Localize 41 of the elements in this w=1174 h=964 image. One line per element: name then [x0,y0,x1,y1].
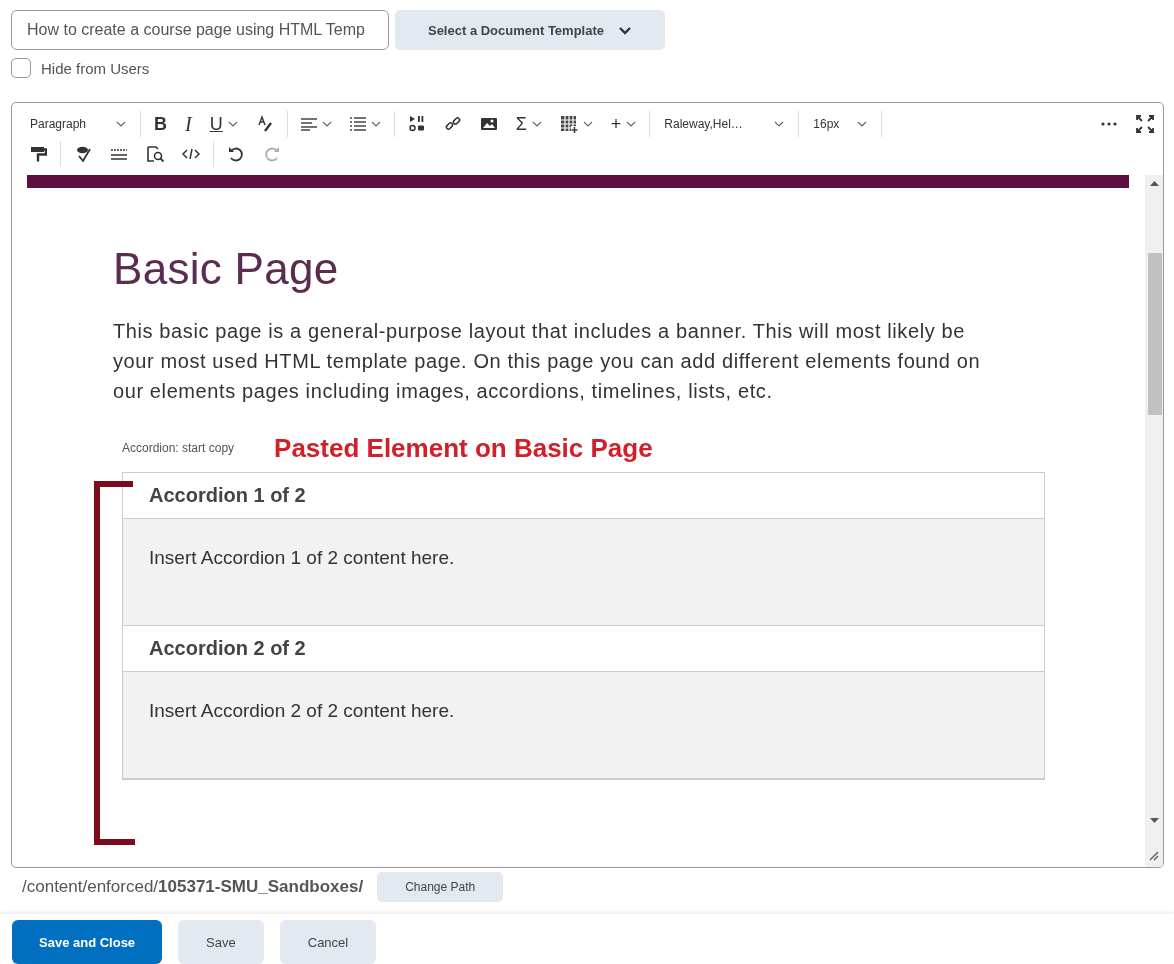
intro-paragraph: This basic page is a general-purpose layout that includes a banner. This will most likely be your most used HTML template page. On this page you can add different elements found on our elements pages including images, accordions, timelines, lists, etc. [113,319,982,404]
path-text: /content/enforced/105371-SMU_Sandboxes/ [22,877,364,897]
size-dropdown[interactable]: 16px [803,109,878,139]
bold-button[interactable]: B [145,109,176,139]
checkbox-label: Hide from Users [41,59,150,77]
scrollbar[interactable] [1145,175,1163,867]
caret-icon [116,121,126,127]
footer-button[interactable]: Save and Close [12,920,163,964]
element-label: Accordion: start copy [122,441,235,455]
caret-icon [582,121,593,127]
align-left-icon [300,117,317,131]
accordion-content: Insert Accordion 1 of 2 content here. [123,519,1044,626]
caret-icon [321,121,332,127]
table-icon [559,115,578,133]
caret-icon [227,121,238,127]
italic-button[interactable]: I [176,109,201,139]
template-dropdown-button[interactable]: Select a Document Template [395,10,665,50]
format-dropdown[interactable]: Paragraph [20,109,136,139]
caret-icon [774,121,785,127]
chevron-down-icon [618,25,632,35]
footer-button[interactable]: Cancel [279,920,377,964]
caret-icon [531,121,542,127]
scroll-down-icon[interactable] [1149,818,1159,823]
scroll-up-icon[interactable] [1149,181,1159,186]
page-heading: Basic Page [113,244,340,294]
scrollbar-thumb[interactable] [1148,253,1162,415]
caret-icon [857,121,868,127]
title-input-field[interactable]: How to create a course page using HTML Temp [11,10,389,50]
font-dropdown[interactable]: Raleway,Hel… [654,109,795,139]
checkbox[interactable] [11,58,31,78]
list-icon [349,117,366,131]
caret-icon [626,121,637,127]
footer-button[interactable]: Save [178,920,264,964]
resize-handle-icon[interactable] [1147,849,1159,861]
formula-button[interactable]: Σ [506,109,551,139]
underline-button[interactable]: U [200,109,247,139]
change-path-button[interactable]: Change Path [377,872,504,902]
accordion-content: Insert Accordion 2 of 2 content here. [123,672,1044,779]
caret-icon [370,121,381,127]
insert-button[interactable]: + [601,109,646,139]
annotation-text: Pasted Element on Basic Page [274,432,653,464]
